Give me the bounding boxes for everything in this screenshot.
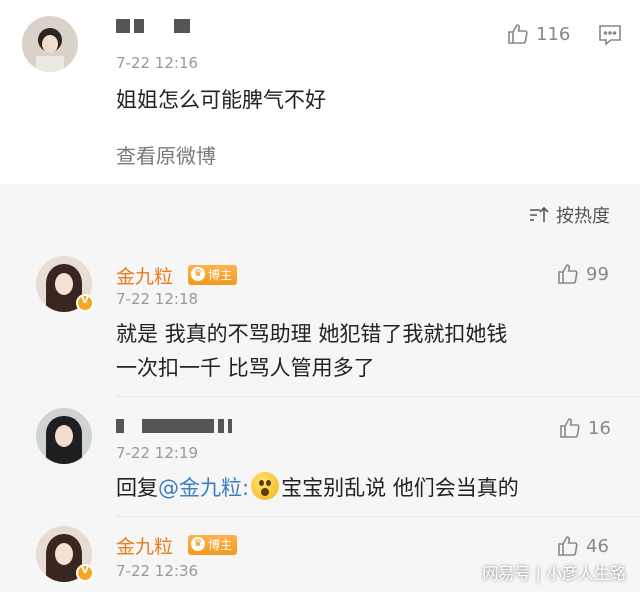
comment-3-like-button[interactable]: 46 bbox=[556, 534, 609, 558]
comment-divider bbox=[116, 396, 640, 397]
sort-label: 按热度 bbox=[556, 206, 610, 227]
post-timestamp: 7-22 12:16 bbox=[116, 54, 199, 72]
watermark: 网易号 | 小彦人生路 bbox=[482, 564, 626, 583]
comment-2-like-button[interactable]: 16 bbox=[558, 416, 611, 440]
comment-1-text-line-2: 一次扣一千 比骂人管用多了 bbox=[116, 356, 375, 380]
author-badge-label: 博主 bbox=[208, 268, 233, 282]
comment-1-timestamp: 7-22 12:18 bbox=[116, 290, 199, 308]
crown-icon: ♛ bbox=[191, 537, 205, 551]
comment-divider bbox=[116, 516, 640, 517]
mention-link[interactable]: @金九粒: bbox=[158, 476, 249, 500]
comment-3-timestamp: 7-22 12:36 bbox=[116, 562, 199, 580]
view-original-link[interactable]: 查看原微博 bbox=[116, 140, 216, 169]
verified-v-icon bbox=[76, 294, 94, 312]
author-badge: ♛ 博主 bbox=[188, 535, 238, 555]
comment-1-like-count: 99 bbox=[586, 263, 609, 285]
author-badge: ♛ 博主 bbox=[188, 265, 238, 285]
crown-icon: ♛ bbox=[191, 267, 205, 281]
comment-1-like-button[interactable]: 99 bbox=[556, 262, 609, 286]
comment-2-avatar[interactable] bbox=[36, 408, 92, 464]
post-like-button[interactable]: 116 bbox=[506, 22, 570, 46]
thumbs-up-icon bbox=[560, 418, 580, 438]
sort-by-hot-button[interactable]: 按热度 bbox=[528, 202, 610, 228]
reply-prefix: 回复 bbox=[116, 476, 158, 500]
comment-2-like-count: 16 bbox=[588, 417, 611, 439]
post-text: 姐姐怎么可能脾气不好 bbox=[116, 88, 326, 112]
comment-1-author[interactable]: 金九粒 bbox=[116, 262, 173, 289]
author-badge-label: 博主 bbox=[208, 538, 233, 552]
sort-icon bbox=[530, 206, 549, 222]
thumbs-up-icon bbox=[558, 264, 578, 284]
comment-3-author[interactable]: 金九粒 bbox=[116, 532, 173, 559]
comment-icon[interactable] bbox=[598, 24, 622, 46]
reply-text: 宝宝别乱说 他们会当真的 bbox=[281, 476, 519, 500]
comment-3-like-count: 46 bbox=[586, 535, 609, 557]
comment-1-text-line-1: 就是 我真的不骂助理 她犯错了我就扣她钱 bbox=[116, 322, 508, 346]
verified-v-icon bbox=[76, 564, 94, 582]
comment-2-timestamp: 7-22 12:19 bbox=[116, 444, 199, 462]
surprised-emoji-icon bbox=[251, 472, 280, 500]
post-like-count: 116 bbox=[536, 23, 571, 45]
comments-section bbox=[0, 184, 640, 592]
post-author-avatar[interactable] bbox=[22, 16, 78, 72]
comment-2-author-masked[interactable] bbox=[116, 414, 236, 436]
post-author-name-masked[interactable] bbox=[116, 14, 194, 36]
comment-2-text: 回复@金九粒: 宝宝别乱说 他们会当真的 bbox=[116, 472, 519, 505]
thumbs-up-icon bbox=[508, 24, 528, 44]
thumbs-up-icon bbox=[558, 536, 578, 556]
